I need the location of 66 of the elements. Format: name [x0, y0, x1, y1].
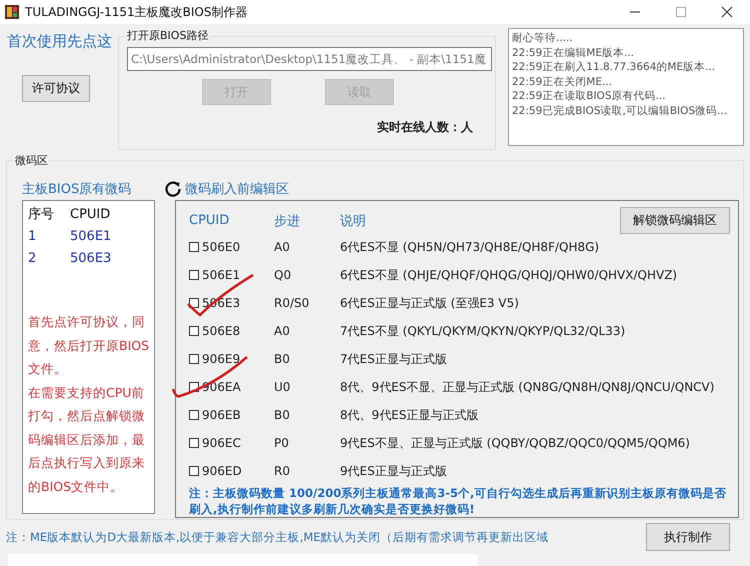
cpuid-label: 906EA [202, 380, 241, 394]
column-header: 序号 [28, 206, 55, 224]
refresh-icon[interactable] [164, 180, 182, 198]
window-title: TULADINGGJ-1151主板魔改BIOS制作器 [25, 4, 248, 20]
instruction-text: 首先点许可协议，同意，然后打开原BIOS文件。 [28, 313, 150, 378]
log-line: 22:59正在关闭ME... [512, 74, 613, 89]
section-title: 微码刷入前编辑区 [185, 181, 289, 198]
description-text: 7代ES正显与正式版 [340, 350, 448, 368]
app-icon [5, 5, 19, 19]
log-line: 22:59已完成BIOS读取,可以编辑BIOS微码... [512, 104, 728, 118]
table-cell-text: 2 [28, 250, 38, 268]
stepping-text: P0 [274, 436, 290, 450]
cpuid-label: 906E9 [202, 352, 240, 366]
table-cell-text: 506E1 [70, 228, 112, 246]
description-text: 9代ES正显与正式版 [340, 462, 448, 480]
stepping-text: B0 [274, 408, 291, 422]
bios-path-field[interactable]: C:\Users\Administrator\Desktop\1151魔改工具、 - 副本\1151魔 [127, 47, 492, 71]
cpuid-label: 906ED [202, 464, 242, 478]
description-text: 8代、9代ES正显与正式版 [340, 406, 480, 424]
checkbox[interactable] [189, 354, 199, 364]
column-header: 说明 [340, 212, 367, 230]
column-header: 步进 [274, 212, 301, 230]
description-text: 8代、9代ES不显、正显与正式版 (QN8G/QN8H/QN8J/QNCU/QNCV) [340, 378, 716, 396]
log-line: 22:59正在刷入11.8.77.3664的ME版本... [512, 60, 716, 74]
online-count-label: 实时在线人数：人 [377, 119, 473, 136]
checkbox[interactable] [189, 242, 199, 252]
checkbox[interactable] [189, 410, 199, 420]
description-text: 6代ES正显与正式版 (至强E3 V5) [340, 294, 520, 312]
table-cell-text: 506E3 [70, 250, 112, 268]
note-text: 注：主板微码数量 100/200系列主板通常最高3-5个,可自行勾选生成后再重新识别主板原有微码是否刷入,执行制作前建议多刷新几次确实是否更换好微码! [189, 485, 728, 517]
log-line: 22:59正在读取BIOS原有代码... [512, 89, 667, 104]
description-text: 9代ES不显、正显与正式版 (QQBY/QQBZ/QQC0/QQM5/QQM6) [340, 434, 691, 452]
checkbox[interactable] [189, 438, 199, 448]
stepping-text: A0 [274, 240, 291, 254]
stepping-text: Q0 [274, 268, 292, 282]
description-text: 7代ES不显 (QKYL/QKYM/QKYN/QKYP/QL32/QL33) [340, 322, 626, 340]
checkbox[interactable] [189, 298, 199, 308]
section-title: 主板BIOS原有微码 [22, 181, 132, 198]
cpuid-label: 506E1 [202, 268, 240, 282]
log-line: 耐心等待..... [512, 31, 574, 46]
cpuid-label: 506E8 [202, 324, 240, 338]
cpuid-label: 506E0 [202, 240, 240, 254]
cpuid-label: 906EC [202, 436, 241, 450]
stepping-text: R0/S0 [274, 296, 310, 310]
column-header: CPUID [70, 206, 112, 224]
checkbox[interactable] [189, 270, 199, 280]
license-button[interactable]: 许可协议 [22, 75, 90, 102]
instruction-text: 在需要支持的CPU前打勾，然后点解锁微码编辑区后添加，最后点执行写入到原来的BIOS文件中。 [28, 384, 146, 496]
stepping-text: U0 [274, 380, 292, 394]
description-text: 6代ES不显 (QHJE/QHQF/QHQG/QHQJ/QHW0/QHVX/QHVZ) [340, 266, 678, 284]
cpuid-label: 906EB [202, 408, 241, 422]
bottom-note: 注：ME版本默认为D大最新版本,以便于兼容大部分主板,ME默认为关闭（后期有需求调节再更新出区域 [6, 530, 549, 544]
stepping-text: R0 [274, 464, 291, 478]
unlock-button[interactable]: 解锁微码编辑区 [620, 207, 730, 234]
execute-button[interactable]: 执行制作 [646, 523, 730, 551]
checkbox[interactable] [189, 326, 199, 336]
log-line: 22:59正在编辑ME版本... [512, 46, 635, 60]
first-use-link[interactable]: 首次使用先点这 [7, 32, 112, 51]
stepping-text: A0 [274, 324, 291, 338]
column-header: CPUID [189, 213, 230, 228]
table-cell-text: 1 [28, 228, 38, 246]
stepping-text: B0 [274, 352, 291, 366]
group-legend: 微码区 [13, 153, 50, 168]
group-legend: 打开原BIOS路径 [125, 28, 210, 43]
checkbox[interactable] [189, 466, 199, 476]
description-text: 6代ES不显 (QH5N/QH73/QH8E/QH8F/QH8G) [340, 238, 600, 256]
